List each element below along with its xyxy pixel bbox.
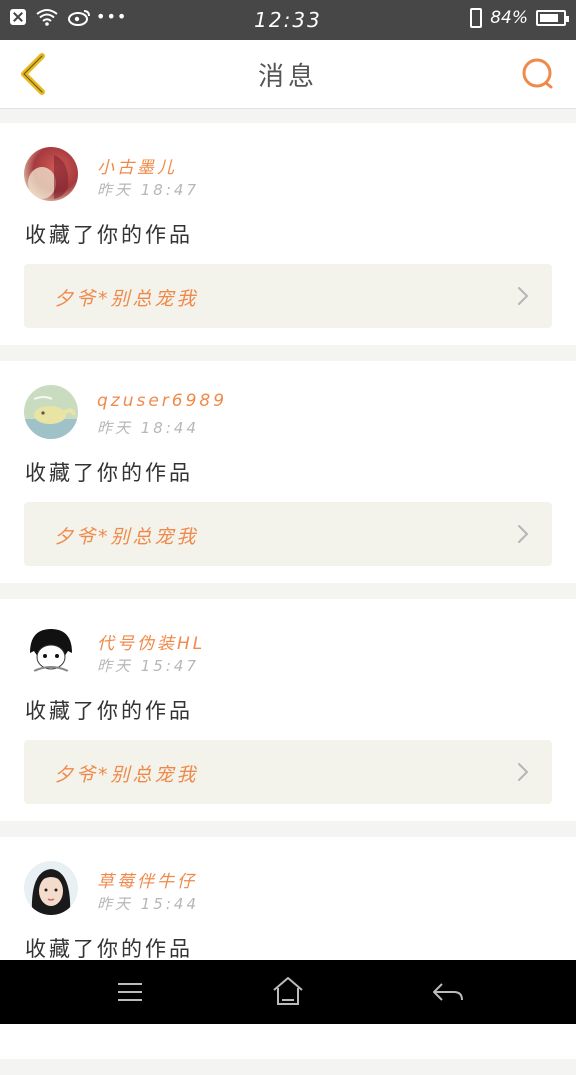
page-title: 消息 [257,62,318,92]
message-time: 昨天 18:47 [97,181,199,199]
avatar[interactable] [24,385,78,439]
home-icon[interactable] [268,974,308,1010]
work-link[interactable]: 夕爷*别总宠我 [24,740,552,804]
action-text: 收藏了你的作品 [25,699,193,723]
username[interactable]: 代号伪装HL [97,629,205,654]
phone-vibrate-icon [470,8,483,28]
avatar[interactable] [24,147,78,201]
message-card: qzuser6989 昨天 18:44 收藏了你的作品 夕爷*别总宠我 [0,361,576,583]
work-link[interactable]: 夕爷*别总宠我 [24,502,552,566]
header: 消息 [0,40,576,109]
chevron-right-icon [518,525,529,543]
action-text: 收藏了你的作品 [25,937,193,961]
avatar[interactable] [24,623,78,677]
work-link[interactable]: 夕爷*别总宠我 [24,264,552,328]
username[interactable]: 草莓伴牛仔 [97,867,197,892]
message-list: 小古墨儿 昨天 18:47 收藏了你的作品 夕爷*别总宠我 qzuser6989… [0,123,576,1075]
menu-icon[interactable] [110,974,150,1010]
work-title: 夕爷*别总宠我 [54,764,199,786]
username[interactable]: 小古墨儿 [97,153,177,178]
action-text: 收藏了你的作品 [25,223,193,247]
status-right: 84% [470,8,569,28]
battery-icon [536,10,569,26]
message-card: 小古墨儿 昨天 18:47 收藏了你的作品 夕爷*别总宠我 [0,123,576,345]
message-time: 昨天 18:44 [97,419,199,437]
avatar[interactable] [24,861,78,915]
message-time: 昨天 15:47 [97,657,199,675]
username[interactable]: qzuser6989 [97,391,227,411]
system-nav-bar [0,960,576,1024]
message-card: 草莓伴牛仔 昨天 15:44 收藏了你的作品 [0,837,576,1059]
chevron-right-icon [518,287,529,305]
status-bar: ••• 12:33 84% [0,0,576,40]
battery-level [540,14,559,22]
chevron-right-icon [518,763,529,781]
work-title: 夕爷*别总宠我 [54,526,199,548]
message-time: 昨天 15:44 [97,895,199,913]
action-text: 收藏了你的作品 [25,461,193,485]
search-icon[interactable] [520,56,556,92]
battery-percent: 84% [490,8,528,28]
work-title: 夕爷*别总宠我 [54,288,199,310]
message-card: 代号伪装HL 昨天 15:47 收藏了你的作品 夕爷*别总宠我 [0,599,576,821]
chevron-left-icon[interactable] [14,50,54,98]
back-arrow-icon[interactable] [428,974,468,1010]
